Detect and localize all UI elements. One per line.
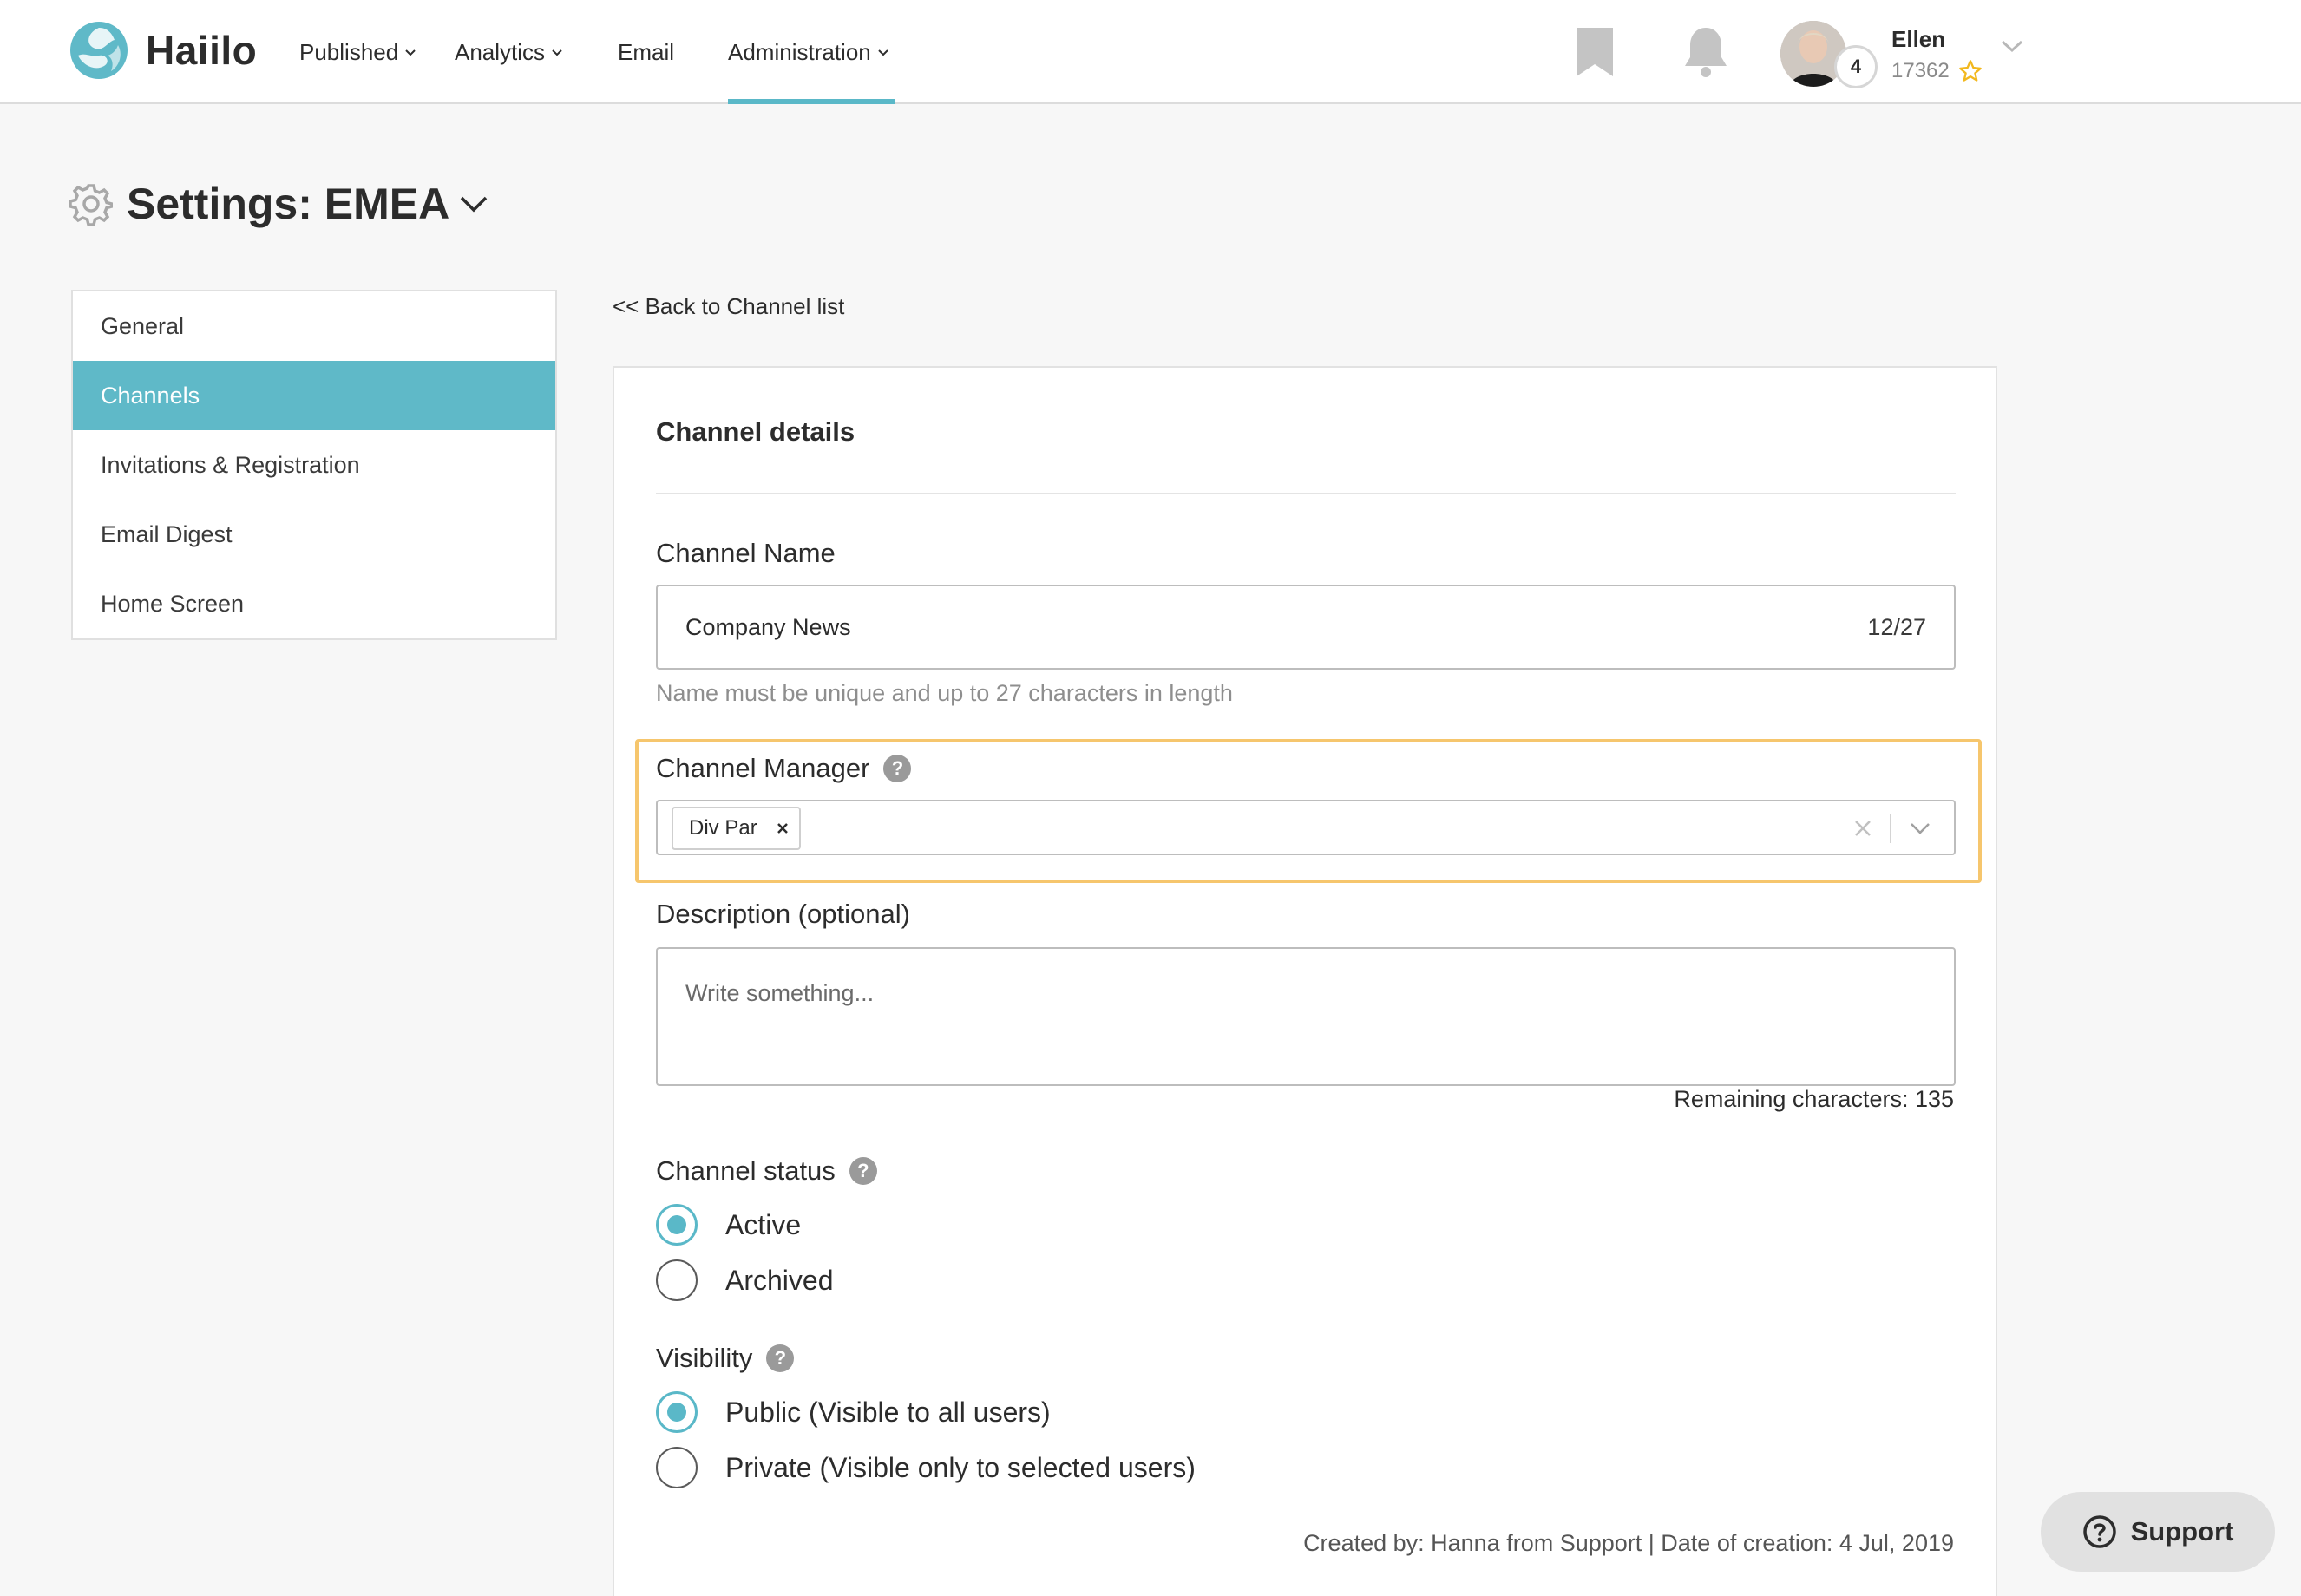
visibility-private-radio[interactable]: Private (Visible only to selected users) bbox=[656, 1447, 1196, 1488]
bookmark-icon[interactable] bbox=[1575, 26, 1615, 78]
nav-email-label: Email bbox=[618, 38, 675, 65]
top-navigation-bar: Haiilo Published Analytics Email Adminis… bbox=[0, 0, 2301, 104]
channel-manager-select[interactable]: Div Par bbox=[656, 800, 1956, 855]
bell-icon[interactable] bbox=[1682, 24, 1730, 78]
radio-button[interactable] bbox=[656, 1259, 698, 1301]
status-active-radio[interactable]: Active bbox=[656, 1204, 801, 1246]
channel-status-label: Channel status ? bbox=[656, 1155, 877, 1187]
radio-button-checked[interactable] bbox=[656, 1391, 698, 1433]
character-counter: 12/27 bbox=[1867, 614, 1926, 640]
haiilo-logo[interactable]: Haiilo bbox=[69, 21, 257, 80]
channel-name-hint: Name must be unique and up to 27 charact… bbox=[656, 680, 1233, 706]
channel-name-input[interactable]: Company News 12/27 bbox=[656, 585, 1956, 670]
help-icon[interactable]: ? bbox=[883, 755, 912, 782]
radio-button-checked[interactable] bbox=[656, 1204, 698, 1246]
divider bbox=[656, 493, 1956, 494]
description-placeholder: Write something... bbox=[685, 980, 875, 1006]
sidebar-item-home-screen[interactable]: Home Screen bbox=[73, 569, 555, 638]
user-points-value: 17362 bbox=[1891, 59, 1950, 82]
select-separator bbox=[1890, 814, 1891, 843]
user-menu-chevron-icon[interactable] bbox=[1999, 36, 2025, 56]
user-name[interactable]: Ellen bbox=[1891, 26, 1945, 53]
sidebar-item-general[interactable]: General bbox=[73, 291, 555, 361]
radio-label: Archived bbox=[725, 1264, 834, 1296]
chevron-down-icon bbox=[552, 49, 562, 56]
sidebar-item-channels[interactable]: Channels bbox=[73, 361, 555, 430]
remaining-characters: Remaining characters: 135 bbox=[1674, 1086, 1954, 1112]
radio-label: Active bbox=[725, 1208, 802, 1240]
help-icon[interactable]: ? bbox=[849, 1157, 877, 1185]
nav-administration-label: Administration bbox=[728, 38, 871, 65]
channel-details-panel: Channel details Channel Name Company New… bbox=[613, 366, 1997, 1596]
chevron-down-icon[interactable] bbox=[1909, 821, 1931, 836]
support-button[interactable]: Support bbox=[2041, 1492, 2275, 1572]
visibility-public-radio[interactable]: Public (Visible to all users) bbox=[656, 1391, 1051, 1433]
visibility-label: Visibility ? bbox=[656, 1343, 795, 1374]
radio-button[interactable] bbox=[656, 1447, 698, 1488]
description-label-text: Description (optional) bbox=[656, 899, 910, 929]
clear-selection-icon[interactable] bbox=[1853, 819, 1872, 838]
channel-manager-label: Channel Manager ? bbox=[656, 753, 912, 784]
description-textarea[interactable]: Write something... bbox=[656, 947, 1956, 1086]
star-icon bbox=[1958, 60, 1982, 82]
page-title: Settings: EMEA bbox=[127, 180, 450, 228]
sidebar-item-email-digest[interactable]: Email Digest bbox=[73, 500, 555, 569]
chevron-down-icon[interactable] bbox=[458, 193, 489, 215]
help-circle-icon bbox=[2082, 1515, 2116, 1548]
help-icon[interactable]: ? bbox=[766, 1344, 795, 1372]
selected-manager-name: Div Par bbox=[689, 816, 757, 840]
status-archived-radio[interactable]: Archived bbox=[656, 1259, 834, 1301]
channel-name-label: Channel Name bbox=[656, 538, 836, 569]
radio-label: Public (Visible to all users) bbox=[725, 1396, 1051, 1428]
support-label: Support bbox=[2130, 1516, 2234, 1547]
back-to-channel-list-link[interactable]: << Back to Channel list bbox=[613, 293, 844, 320]
nav-published-label: Published bbox=[299, 38, 399, 65]
sidebar-item-invitations-registration[interactable]: Invitations & Registration bbox=[73, 430, 555, 500]
selected-manager-chip: Div Par bbox=[672, 807, 801, 850]
level-badge: 4 bbox=[1834, 45, 1878, 88]
creation-info: Created by: Hanna from Support | Date of… bbox=[1303, 1530, 1954, 1556]
nav-email[interactable]: Email bbox=[618, 0, 674, 104]
chevron-down-icon bbox=[878, 49, 888, 56]
channel-manager-label-text: Channel Manager bbox=[656, 753, 870, 783]
visibility-label-text: Visibility bbox=[656, 1343, 753, 1373]
description-label: Description (optional) bbox=[656, 899, 910, 930]
nav-analytics[interactable]: Analytics bbox=[455, 0, 564, 104]
nav-published[interactable]: Published bbox=[299, 0, 417, 104]
page-title-row[interactable]: Settings: EMEA bbox=[69, 179, 489, 229]
channel-name-value: Company News bbox=[685, 614, 851, 640]
nav-analytics-label: Analytics bbox=[455, 38, 546, 65]
settings-sidebar: General Channels Invitations & Registrat… bbox=[71, 290, 557, 640]
remove-chip-icon[interactable] bbox=[777, 822, 789, 834]
nav-active-indicator bbox=[728, 99, 895, 104]
radio-label: Private (Visible only to selected users) bbox=[725, 1451, 1196, 1483]
haiilo-logo-icon bbox=[70, 22, 128, 79]
chevron-down-icon bbox=[405, 49, 416, 56]
gear-icon bbox=[69, 184, 113, 226]
panel-title: Channel details bbox=[656, 416, 856, 447]
nav-administration[interactable]: Administration bbox=[728, 0, 890, 104]
channel-status-label-text: Channel status bbox=[656, 1155, 836, 1186]
user-points: 17362 bbox=[1891, 59, 1983, 83]
channel-name-label-text: Channel Name bbox=[656, 538, 836, 568]
brand-name: Haiilo bbox=[146, 28, 258, 73]
